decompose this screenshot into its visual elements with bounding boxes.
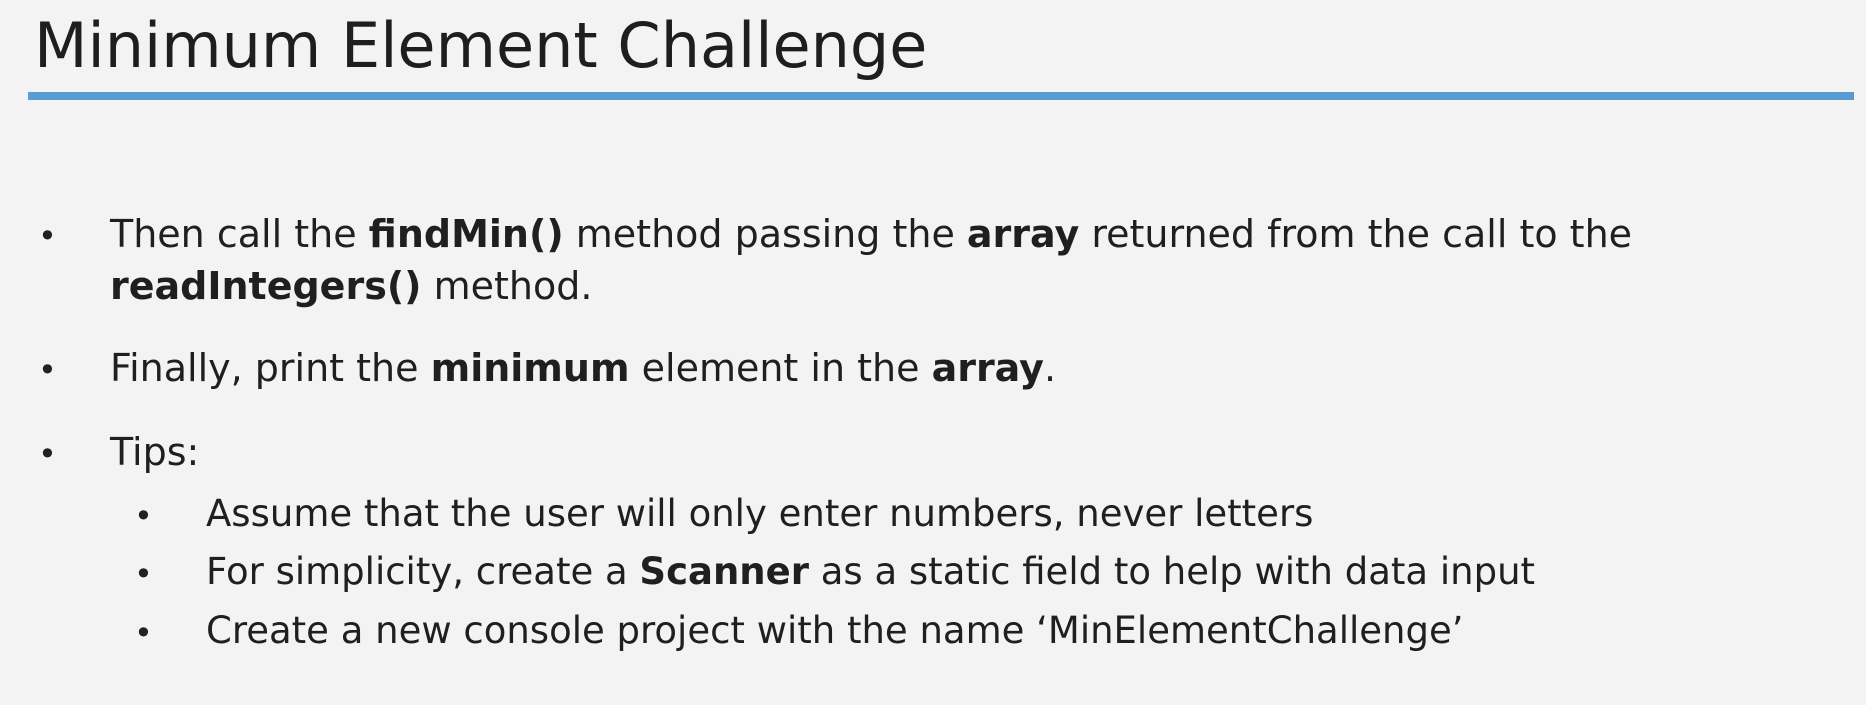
text-fragment: method passing the (563, 212, 967, 256)
sub-bullet-marker: • (134, 614, 153, 652)
text-fragment: Finally, print the (110, 346, 431, 390)
text-fragment: Then call the (110, 212, 369, 256)
bullet-text-line2: readIntegers() method. (110, 260, 592, 312)
text-fragment: . (1043, 346, 1057, 390)
sub-bullet-project-name: Create a new console project with the na… (206, 609, 1464, 652)
text-fragment: element in the (629, 346, 932, 390)
text-fragment: For simplicity, create a (206, 550, 640, 593)
text-fragment: returned from the call to the (1079, 212, 1633, 256)
bold-term-minimum: minimum (430, 346, 630, 390)
bullet-text: Finally, print the minimum element in th… (110, 342, 1056, 394)
text-fragment: method. (421, 264, 593, 308)
slide-content: • Then call the findMin() method passing… (0, 0, 1866, 705)
bullet-marker: • (38, 351, 57, 389)
text-fragment: as a static field to help with data inpu… (809, 550, 1536, 593)
bold-term-readintegers: readIntegers() (110, 264, 422, 308)
bullet-marker: • (38, 217, 57, 255)
sub-bullet-scanner: For simplicity, create a Scanner as a st… (206, 546, 1535, 598)
bold-term-scanner: Scanner (639, 550, 809, 593)
bullet-text-tips: Tips: (110, 430, 200, 474)
bold-term-findmin: findMin() (368, 212, 564, 256)
bullet-text-line1: Then call the findMin() method passing t… (110, 208, 1632, 260)
sub-bullet-marker: • (134, 555, 153, 593)
sub-bullet-numbers-only: Assume that the user will only enter num… (206, 492, 1314, 535)
sub-bullet-marker: • (134, 497, 153, 535)
bold-term-array: array (931, 346, 1044, 390)
bullet-marker: • (38, 435, 57, 473)
bold-term-array: array (966, 212, 1080, 256)
